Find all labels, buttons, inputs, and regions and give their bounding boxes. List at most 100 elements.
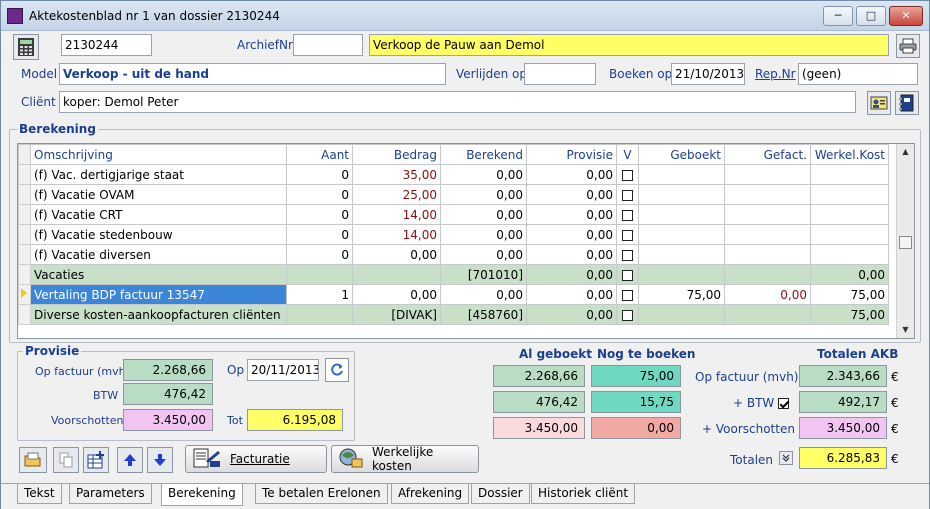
row-indicator[interactable] [18,184,31,205]
cell-omschr[interactable]: (f) Vacatie OVAM [30,184,287,205]
cell-aant[interactable]: 0 [286,204,353,225]
arrow-down-icon[interactable] [147,447,173,473]
col-aant[interactable]: Aant [286,144,353,165]
provisie-voorschotten[interactable]: 3.450,00 [123,409,213,431]
table-row[interactable]: (f) Vacatie diversen 0 0,00 0,00 0,00 [18,244,889,265]
row-checkbox[interactable] [622,309,633,321]
row-indicator[interactable] [18,284,31,305]
btw-checkbox[interactable] [778,398,789,409]
cell-geboekt[interactable] [638,164,725,185]
col-gefact[interactable]: Gefact. [724,144,811,165]
cell-geboekt[interactable] [638,224,725,245]
copy-icon[interactable] [53,447,79,473]
cell-provisie[interactable]: 0,00 [526,304,617,325]
cell-berekend[interactable]: 0,00 [440,244,527,265]
client-field[interactable]: koper: Demol Peter [59,91,856,113]
cell-aant[interactable]: 0 [286,184,353,205]
al-geboekt-btw[interactable]: 476,42 [493,391,585,413]
cell-bedrag[interactable]: 35,00 [352,164,441,185]
provisie-tot[interactable]: 6.195,08 [247,409,343,431]
row-indicator[interactable] [18,204,31,225]
tab-afrekening[interactable]: Afrekening [391,484,470,504]
cell-provisie[interactable]: 0,00 [526,224,617,245]
table-row[interactable]: Vertaling BDP factuur 13547 1 0,00 0,00 0,00… [18,284,889,305]
row-checkbox[interactable] [622,209,633,221]
totalen-btw[interactable]: 492,17 [799,391,887,413]
tab-tekst[interactable]: Tekst [17,484,62,504]
cell-provisie[interactable]: 0,00 [526,204,617,225]
row-indicator[interactable] [18,244,31,265]
row-checkbox[interactable] [622,169,633,181]
cell-geboekt[interactable] [638,264,725,285]
col-provisie[interactable]: Provisie [526,144,617,165]
col-werkel[interactable]: Werkel.Kost [810,144,889,165]
cell-berekend[interactable]: 0,00 [440,224,527,245]
cell-berekend[interactable]: [458760] [440,304,527,325]
cell-berekend[interactable]: 0,00 [440,284,527,305]
cell-bedrag[interactable]: [DIVAK] [352,304,441,325]
table-row[interactable]: (f) Vacatie stedenbouw 0 14,00 0,00 0,00 [18,224,889,245]
arrow-up-icon[interactable] [117,447,143,473]
scroll-up-icon[interactable]: ▲ [897,144,914,160]
cell-werkel[interactable]: 0,00 [810,264,889,285]
row-checkbox[interactable] [622,269,633,281]
cell-aant[interactable]: 0 [286,164,353,185]
printer-icon[interactable] [896,34,920,58]
cell-aant[interactable] [286,264,353,285]
provisie-btw[interactable]: 476,42 [123,383,213,405]
table-row[interactable]: (f) Vacatie CRT 0 14,00 0,00 0,00 [18,204,889,225]
row-indicator[interactable] [18,304,31,325]
op-date-field[interactable]: 20/11/2013 [247,359,319,381]
cell-bedrag[interactable] [352,264,441,285]
cell-gefact[interactable] [724,184,811,205]
model-field[interactable]: Verkoop - uit de hand [59,63,446,85]
cell-aant[interactable]: 0 [286,244,353,265]
tab-te-betalen-erelonen[interactable]: Te betalen Erelonen [255,484,388,504]
tab-dossier[interactable]: Dossier [471,484,530,504]
cell-v[interactable] [616,184,639,205]
cell-bedrag[interactable]: 25,00 [352,184,441,205]
row-indicator[interactable] [18,164,31,185]
cell-geboekt[interactable] [638,204,725,225]
cell-aant[interactable]: 1 [286,284,353,305]
col-v[interactable]: V [616,144,639,165]
cell-geboekt[interactable]: 75,00 [638,284,725,305]
werkelijke-kosten-button[interactable]: Werkelijke kosten [331,445,479,473]
grand-total[interactable]: 6.285,83 [799,447,887,469]
col-geboekt[interactable]: Geboekt [638,144,725,165]
cell-omschr[interactable]: Diverse kosten-aankoopfacturen cliënten [30,304,287,325]
cell-v[interactable] [616,224,639,245]
table-row[interactable]: Diverse kosten-aankoopfacturen cliënten [… [18,304,889,325]
cell-berekend[interactable]: 0,00 [440,184,527,205]
cell-aant[interactable] [286,304,353,325]
cell-gefact[interactable] [724,304,811,325]
cell-werkel[interactable]: 75,00 [810,304,889,325]
description-field[interactable]: Verkoop de Pauw aan Demol [369,34,889,56]
tab-parameters[interactable]: Parameters [69,484,152,504]
cell-omschr[interactable]: (f) Vacatie CRT [30,204,287,225]
cell-geboekt[interactable] [638,244,725,265]
cell-omschr[interactable]: (f) Vacatie diversen [30,244,287,265]
cell-bedrag[interactable]: 0,00 [352,284,441,305]
cell-gefact[interactable] [724,264,811,285]
cell-gefact[interactable] [724,164,811,185]
row-checkbox[interactable] [622,229,633,241]
row-checkbox[interactable] [622,189,633,201]
al-geboekt-op-factuur[interactable]: 2.268,66 [493,365,585,387]
tab-berekening[interactable]: Berekening [161,484,243,506]
totalen-op-factuur[interactable]: 2.343,66 [799,365,887,387]
cell-v[interactable] [616,164,639,185]
boeken-field[interactable]: 21/10/2013 [671,63,745,85]
scroll-down-icon[interactable]: ▼ [897,322,914,338]
facturatie-button[interactable]: Facturatie [185,445,327,473]
nog-voorschotten[interactable]: 0,00 [591,417,681,439]
add-row-icon[interactable] [83,447,109,473]
cell-v[interactable] [616,264,639,285]
col-omschrijving[interactable]: Omschrijving [30,144,287,165]
cell-provisie[interactable]: 0,00 [526,264,617,285]
cell-provisie[interactable]: 0,00 [526,284,617,305]
row-indicator[interactable] [18,224,31,245]
cell-geboekt[interactable] [638,184,725,205]
cell-v[interactable] [616,284,639,305]
cell-gefact[interactable] [724,244,811,265]
